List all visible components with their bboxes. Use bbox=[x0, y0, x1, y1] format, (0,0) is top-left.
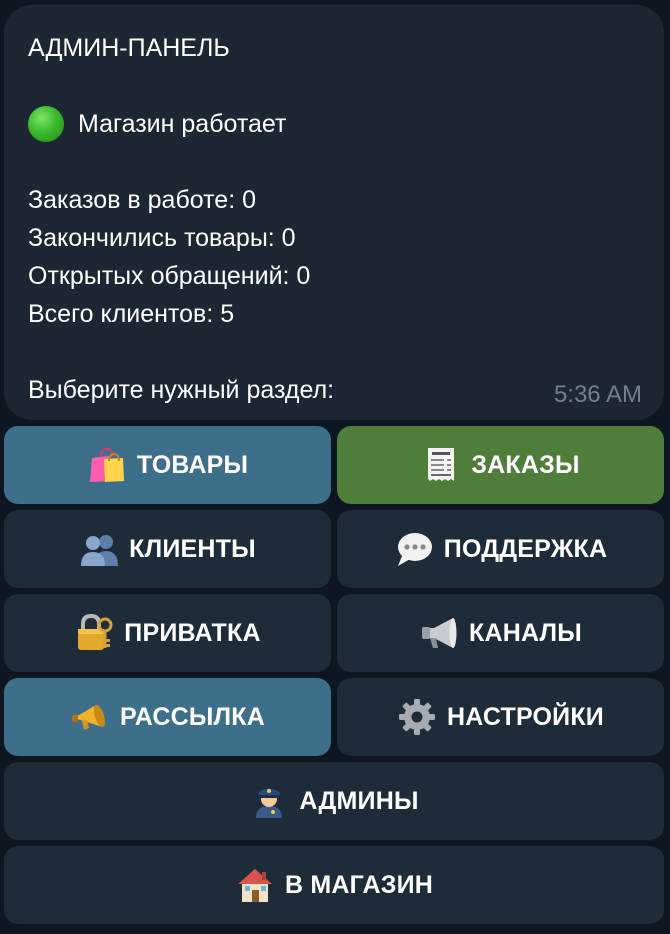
products-button-label: ТОВАРЫ bbox=[136, 450, 249, 479]
inline-keyboard: ТОВАРЫ ЗАКАЗЫ КЛИЕНТЫ ПОДДЕРЖКА ПРИВАТКА… bbox=[4, 426, 664, 930]
products-button[interactable]: ТОВАРЫ bbox=[4, 426, 331, 504]
support-button-label: ПОДДЕРЖКА bbox=[443, 534, 608, 563]
megaphone-icon bbox=[70, 697, 110, 737]
stat-out-of-stock: Закончились товары: 0 bbox=[28, 224, 296, 252]
admin-panel-message: АДМИН-ПАНЕЛЬ Магазин работает Заказов в … bbox=[4, 5, 664, 420]
broadcast-button-label: РАССЫЛКА bbox=[120, 702, 265, 731]
people-icon bbox=[79, 529, 119, 569]
support-button[interactable]: ПОДДЕРЖКА bbox=[337, 510, 664, 588]
settings-button[interactable]: НАСТРОЙКИ bbox=[337, 678, 664, 756]
speech-bubble-icon bbox=[394, 529, 434, 569]
keyboard-row: ПРИВАТКА КАНАЛЫ bbox=[4, 594, 664, 672]
channels-button[interactable]: КАНАЛЫ bbox=[337, 594, 664, 672]
admins-button-label: АДМИНЫ bbox=[299, 786, 419, 815]
loudspeaker-icon bbox=[419, 613, 459, 653]
police-officer-icon bbox=[249, 781, 289, 821]
keyboard-row: РАССЫЛКА НАСТРОЙКИ bbox=[4, 678, 664, 756]
broadcast-button[interactable]: РАССЫЛКА bbox=[4, 678, 331, 756]
admins-button[interactable]: АДМИНЫ bbox=[4, 762, 664, 840]
receipt-icon bbox=[421, 445, 461, 485]
keyboard-row: АДМИНЫ bbox=[4, 762, 664, 840]
shopping-bags-icon bbox=[87, 445, 127, 485]
orders-button[interactable]: ЗАКАЗЫ bbox=[337, 426, 664, 504]
message-timestamp: 5:36 AM bbox=[553, 381, 642, 408]
house-icon bbox=[235, 865, 275, 905]
clients-button-label: КЛИЕНТЫ bbox=[129, 534, 256, 563]
message-prompt: Выберите нужный раздел: bbox=[28, 376, 335, 404]
private-button[interactable]: ПРИВАТКА bbox=[4, 594, 331, 672]
message-title: АДМИН-ПАНЕЛЬ bbox=[28, 34, 230, 62]
keyboard-row: ТОВАРЫ ЗАКАЗЫ bbox=[4, 426, 664, 504]
shop-status-text: Магазин работает bbox=[78, 110, 287, 138]
go-to-shop-button-label: В МАГАЗИН bbox=[284, 870, 434, 899]
stat-open-tickets: Открытых обращений: 0 bbox=[28, 262, 311, 290]
stat-orders-in-progress: Заказов в работе: 0 bbox=[28, 186, 257, 214]
settings-button-label: НАСТРОЙКИ bbox=[447, 702, 604, 731]
clients-button[interactable]: КЛИЕНТЫ bbox=[4, 510, 331, 588]
gear-icon bbox=[397, 697, 437, 737]
keyboard-row: В МАГАЗИН bbox=[4, 846, 664, 924]
private-button-label: ПРИВАТКА bbox=[124, 618, 261, 647]
stat-total-clients: Всего клиентов: 5 bbox=[28, 300, 235, 328]
orders-button-label: ЗАКАЗЫ bbox=[471, 450, 580, 479]
channels-button-label: КАНАЛЫ bbox=[469, 618, 582, 647]
go-to-shop-button[interactable]: В МАГАЗИН bbox=[4, 846, 664, 924]
green-circle-icon bbox=[28, 106, 64, 142]
shop-status: Магазин работает bbox=[28, 105, 640, 143]
lock-key-icon bbox=[74, 613, 114, 653]
keyboard-row: КЛИЕНТЫ ПОДДЕРЖКА bbox=[4, 510, 664, 588]
